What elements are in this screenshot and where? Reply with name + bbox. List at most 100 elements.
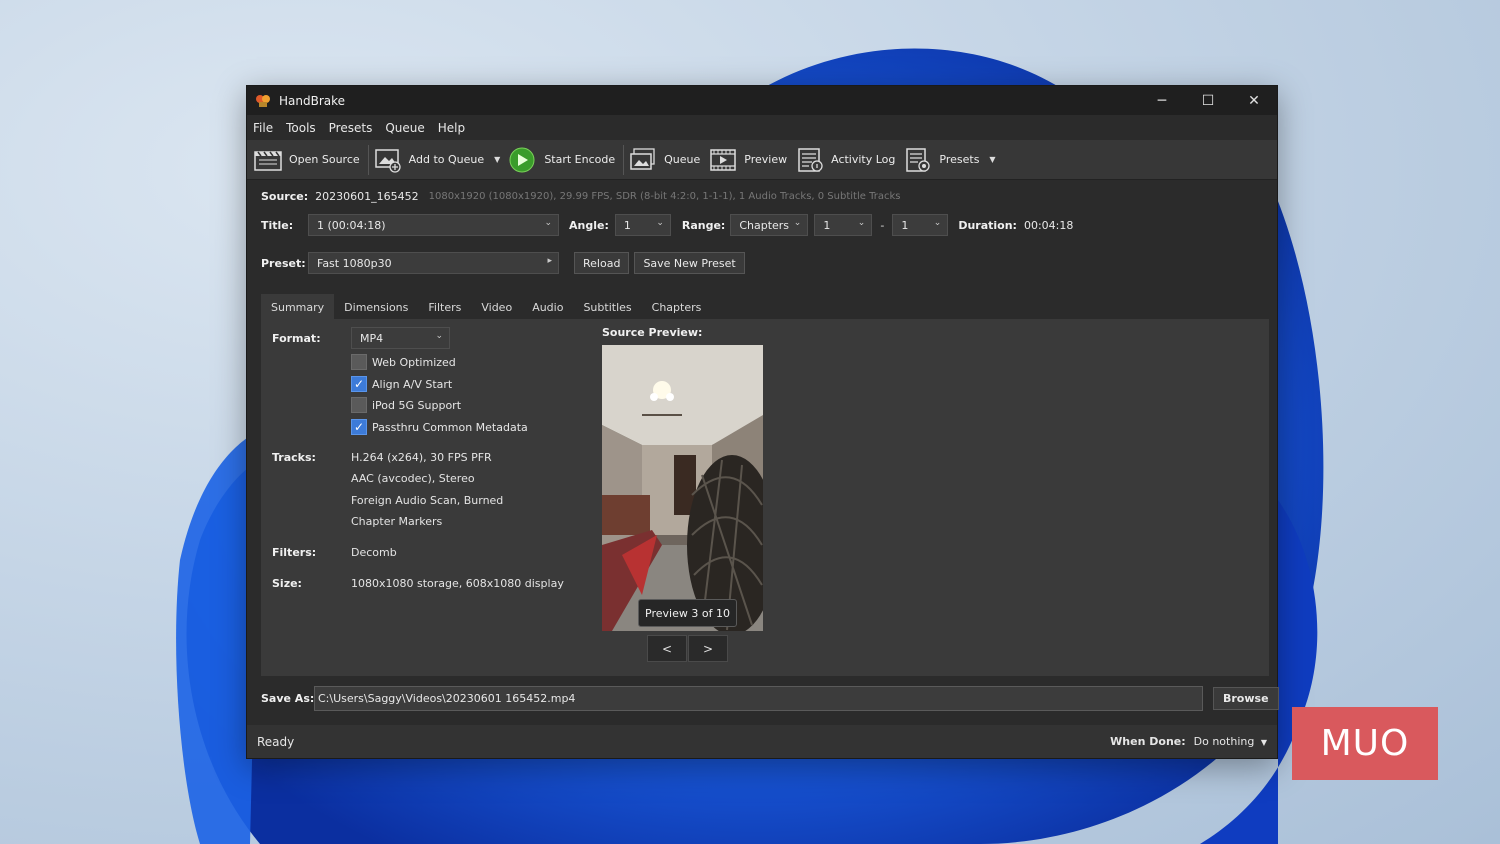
- watermark-text: MUO: [1320, 723, 1410, 764]
- preview-button[interactable]: Preview: [706, 144, 793, 176]
- preset-select[interactable]: Fast 1080p30 ▸: [308, 252, 559, 274]
- add-to-queue-dropdown-icon[interactable]: ▼: [494, 155, 500, 164]
- preview-counter-badge: Preview 3 of 10: [638, 599, 737, 627]
- toolbar: Open Source Add to Queue ▼ Start Encode: [247, 140, 1277, 180]
- chevron-down-icon: ⌄: [933, 218, 942, 228]
- next-preview-button[interactable]: >: [688, 635, 728, 662]
- size-value: 1080x1080 storage, 608x1080 display: [351, 577, 564, 590]
- chevron-right-icon: ▸: [547, 256, 552, 266]
- presets-button[interactable]: Presets ▼: [901, 144, 1001, 176]
- tab-audio[interactable]: Audio: [522, 294, 573, 320]
- queue-label: Queue: [664, 153, 701, 166]
- angle-label: Angle:: [569, 218, 609, 232]
- start-encode-button[interactable]: Start Encode: [506, 144, 621, 176]
- range-start-select[interactable]: 1 ⌄: [814, 214, 873, 236]
- when-done-value: Do nothing: [1193, 735, 1255, 748]
- when-done-label: When Done:: [1110, 735, 1186, 748]
- close-button[interactable]: ✕: [1231, 86, 1277, 115]
- title-label: Title:: [261, 218, 294, 232]
- save-new-preset-button[interactable]: Save New Preset: [634, 252, 745, 274]
- checkbox-label: Align A/V Start: [372, 377, 453, 391]
- tab-summary[interactable]: Summary: [261, 294, 335, 320]
- presets-label: Presets: [939, 153, 980, 166]
- add-to-queue-button[interactable]: Add to Queue ▼: [371, 144, 507, 176]
- film-preview-icon: [710, 148, 737, 171]
- open-source-button[interactable]: Open Source: [251, 144, 366, 176]
- checkbox-label: Passthru Common Metadata: [372, 420, 528, 434]
- source-label: Source:: [261, 190, 309, 203]
- chevron-down-icon: ⌄: [435, 331, 443, 341]
- summary-panel: Format: MP4 ⌄ Web Optimized ✓ Align A/V …: [261, 319, 1269, 676]
- title-bar[interactable]: HandBrake ─ ☐ ✕: [247, 86, 1277, 115]
- title-row: Title: 1 (00:04:18) ⌄ Angle: 1 ⌄ Range: …: [261, 214, 1073, 236]
- title-select[interactable]: 1 (00:04:18) ⌄: [308, 214, 559, 236]
- minimize-button[interactable]: ─: [1139, 86, 1185, 115]
- when-done-select[interactable]: Do nothing ▼: [1194, 735, 1267, 748]
- track-item: AAC (avcodec), Stereo: [351, 472, 475, 485]
- range-end-value: 1: [901, 218, 909, 232]
- ipod-5g-support-checkbox[interactable]: iPod 5G Support: [351, 397, 461, 413]
- tab-filters[interactable]: Filters: [418, 294, 471, 320]
- check-icon: ✓: [351, 376, 367, 392]
- presets-dropdown-icon[interactable]: ▼: [989, 155, 995, 164]
- checkbox-box: [351, 397, 367, 413]
- toolbar-separator: [623, 144, 625, 175]
- size-label: Size:: [272, 577, 302, 590]
- align-av-start-checkbox[interactable]: ✓ Align A/V Start: [351, 376, 452, 392]
- tab-video[interactable]: Video: [471, 294, 522, 320]
- filters-label: Filters:: [272, 546, 317, 559]
- checkbox-label: Web Optimized: [372, 355, 456, 369]
- play-icon: [509, 147, 535, 172]
- previous-preview-button[interactable]: <: [647, 635, 687, 662]
- format-select[interactable]: MP4 ⌄: [351, 327, 450, 349]
- format-select-value: MP4: [360, 331, 384, 345]
- add-to-queue-icon: [374, 148, 401, 173]
- chevron-down-icon: ⌄: [656, 218, 664, 228]
- window-title: HandBrake: [279, 93, 346, 108]
- range-dash: -: [880, 218, 885, 232]
- maximize-button[interactable]: ☐: [1185, 86, 1231, 115]
- angle-select[interactable]: 1 ⌄: [614, 214, 671, 236]
- source-preview-label: Source Preview:: [602, 326, 703, 339]
- track-item: H.264 (x264), 30 FPS PFR: [351, 451, 492, 464]
- menu-queue[interactable]: Queue: [385, 121, 424, 135]
- presets-icon: [906, 147, 931, 172]
- menu-help[interactable]: Help: [438, 121, 465, 135]
- menu-tools[interactable]: Tools: [286, 121, 316, 135]
- preset-select-value: Fast 1080p30: [317, 256, 392, 270]
- handbrake-window: HandBrake ─ ☐ ✕ File Tools Presets Queue…: [246, 85, 1279, 759]
- start-encode-label: Start Encode: [544, 153, 616, 166]
- activity-log-label: Activity Log: [831, 153, 896, 166]
- web-optimized-checkbox[interactable]: Web Optimized: [351, 354, 456, 370]
- muo-watermark-logo: MUO: [1292, 707, 1438, 780]
- toolbar-separator: [367, 144, 369, 175]
- tab-chapters[interactable]: Chapters: [642, 294, 712, 320]
- chevron-down-icon: ⌄: [793, 218, 802, 228]
- preset-label: Preset:: [261, 256, 306, 270]
- preview-label: Preview: [744, 153, 788, 166]
- queue-button[interactable]: Queue: [626, 144, 706, 176]
- passthru-metadata-checkbox[interactable]: ✓ Passthru Common Metadata: [351, 419, 528, 435]
- save-as-path-input[interactable]: C:\Users\Saggy\Videos\20230601 165452.mp…: [314, 686, 1203, 711]
- check-icon: ✓: [351, 419, 367, 435]
- tab-subtitles[interactable]: Subtitles: [573, 294, 641, 320]
- browse-button[interactable]: Browse: [1213, 687, 1279, 710]
- tracks-label: Tracks:: [272, 451, 316, 464]
- duration-value: 00:04:18: [1023, 218, 1074, 232]
- preset-row: Preset: Fast 1080p30 ▸ Reload Save New P…: [261, 252, 745, 274]
- queue-icon: [630, 147, 655, 170]
- track-item: Foreign Audio Scan, Burned: [351, 494, 504, 507]
- format-label: Format:: [272, 332, 321, 345]
- menu-file[interactable]: File: [253, 121, 273, 135]
- chevron-down-icon: ⌄: [857, 218, 866, 228]
- range-label: Range:: [681, 218, 726, 232]
- range-end-select[interactable]: 1 ⌄: [892, 214, 949, 236]
- range-type-value: Chapters: [739, 218, 790, 232]
- reload-button[interactable]: Reload: [574, 252, 630, 274]
- tab-dimensions[interactable]: Dimensions: [334, 294, 418, 320]
- menu-presets[interactable]: Presets: [329, 121, 373, 135]
- filters-value: Decomb: [351, 546, 397, 559]
- activity-log-button[interactable]: Activity Log: [793, 144, 901, 176]
- status-bar: Ready When Done: Do nothing ▼: [247, 725, 1277, 758]
- range-type-select[interactable]: Chapters ⌄: [730, 214, 809, 236]
